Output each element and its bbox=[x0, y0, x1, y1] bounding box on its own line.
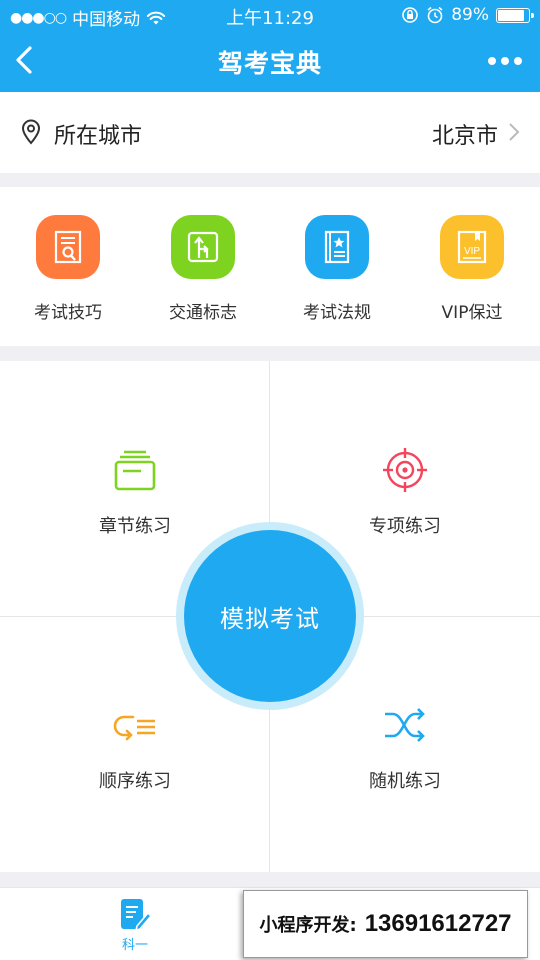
practice-random[interactable]: 随机练习 bbox=[305, 701, 505, 793]
target-crosshair-icon bbox=[383, 448, 427, 492]
category-regulations[interactable]: 考试法规 bbox=[272, 215, 402, 323]
chapter-stack-icon bbox=[114, 450, 156, 491]
practice-label: 随机练习 bbox=[369, 771, 441, 792]
more-dot bbox=[501, 57, 509, 65]
tab-label: 科一 bbox=[121, 938, 148, 953]
page-title: 驾考宝典 bbox=[217, 49, 322, 78]
svg-text:VIP: VIP bbox=[464, 246, 480, 257]
practice-chapter[interactable]: 章节练习 bbox=[35, 446, 235, 538]
city-label: 所在城市 bbox=[54, 124, 143, 149]
city-value[interactable]: 北京市 bbox=[432, 118, 498, 150]
practice-grid: 章节练习 专项练习 顺序练习 随机练习 模拟考试 bbox=[0, 361, 540, 872]
location-pin-icon bbox=[21, 119, 41, 145]
category-vip[interactable]: VIP VIP保过 bbox=[407, 215, 537, 323]
alarm-icon bbox=[427, 6, 443, 24]
notebook-pen-icon bbox=[121, 899, 152, 932]
category-exam-tips[interactable]: 考试技巧 bbox=[3, 215, 133, 323]
city-selector-row[interactable]: 所在城市 北京市 bbox=[0, 92, 540, 173]
tab-subject-one[interactable]: 科一 bbox=[95, 896, 175, 953]
more-dots-icon[interactable] bbox=[488, 57, 522, 65]
more-dot bbox=[514, 57, 522, 65]
sequence-list-icon bbox=[113, 715, 155, 741]
practice-label: 专项练习 bbox=[369, 516, 441, 537]
mock-exam-ring: 模拟考试 bbox=[176, 522, 364, 710]
app-header: ●●●○○ 中国移动 上午11:29 89% 驾考宝典 bbox=[0, 0, 540, 92]
status-bar: ●●●○○ 中国移动 上午11:29 89% bbox=[0, 0, 540, 30]
vip-book-icon: VIP bbox=[440, 215, 504, 279]
category-grid: 考试技巧 交通标志 考试法规 VIP VIP保过 bbox=[0, 187, 540, 346]
promo-banner: 小程序开发: 13691612727 bbox=[243, 890, 528, 958]
traffic-sign-icon bbox=[171, 215, 235, 279]
practice-special[interactable]: 专项练习 bbox=[305, 446, 505, 538]
promo-phone: 13691612727 bbox=[364, 910, 512, 937]
mock-exam-button[interactable]: 模拟考试 bbox=[184, 530, 356, 702]
battery-icon bbox=[496, 7, 534, 23]
shuffle-icon bbox=[385, 708, 425, 742]
exam-tips-icon bbox=[36, 215, 100, 279]
battery-fill bbox=[498, 9, 525, 21]
promo-label: 小程序开发: bbox=[259, 915, 357, 936]
practice-label: 顺序练习 bbox=[99, 771, 171, 792]
rotation-lock-icon bbox=[402, 7, 419, 23]
chevron-right-icon bbox=[509, 123, 520, 141]
regulations-book-icon bbox=[305, 215, 369, 279]
category-traffic-signs[interactable]: 交通标志 bbox=[138, 215, 268, 323]
practice-sequence[interactable]: 顺序练习 bbox=[35, 701, 235, 793]
practice-label: 章节练习 bbox=[99, 516, 171, 537]
status-right: 89% bbox=[401, 5, 534, 25]
category-label: VIP保过 bbox=[441, 303, 503, 323]
category-label: 考试法规 bbox=[303, 303, 371, 323]
category-label: 交通标志 bbox=[169, 303, 237, 323]
category-label: 考试技巧 bbox=[34, 303, 102, 323]
battery-percent: 89% bbox=[451, 5, 489, 25]
nav-bar: 驾考宝典 bbox=[0, 30, 540, 92]
more-dot bbox=[488, 57, 496, 65]
